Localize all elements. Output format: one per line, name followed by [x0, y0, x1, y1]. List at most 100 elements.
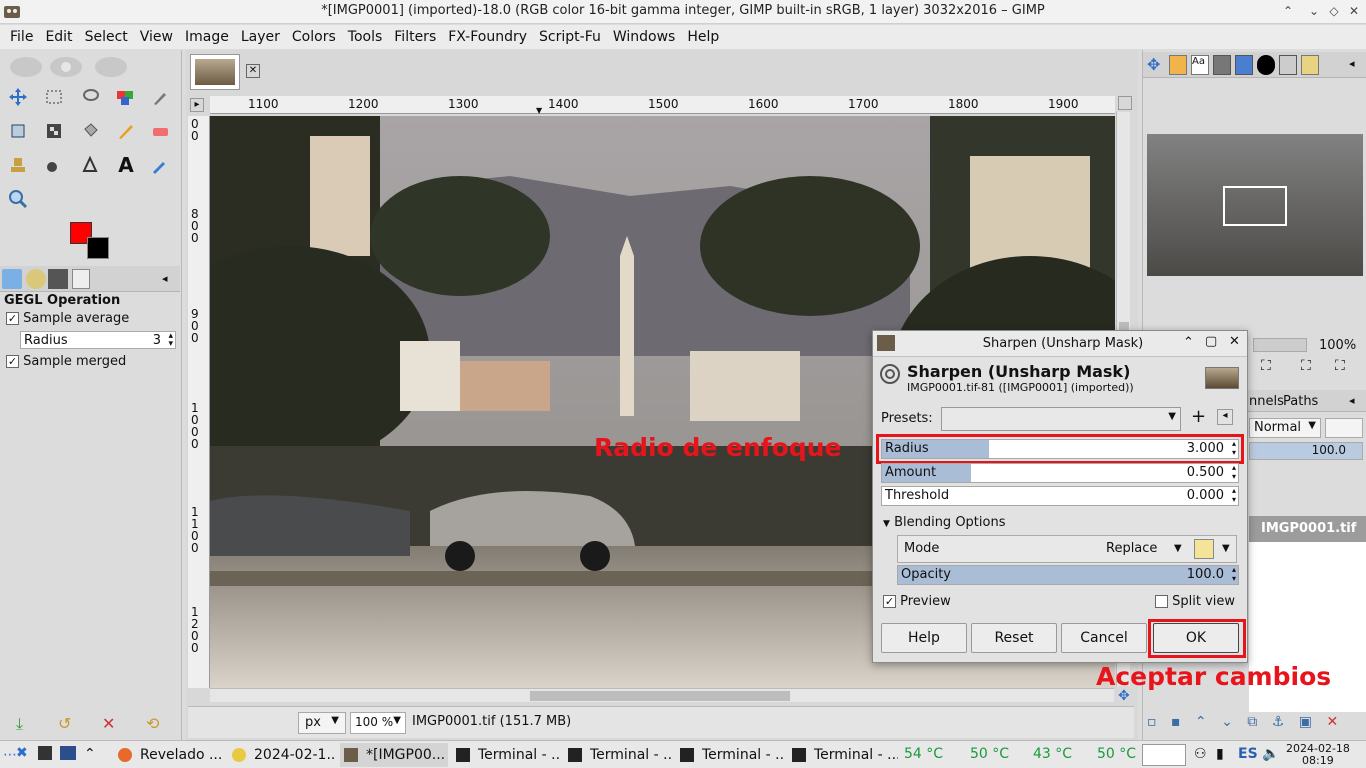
menu-windows[interactable]: Windows: [607, 29, 682, 45]
text-tool-icon[interactable]: A: [112, 151, 140, 179]
terminal-launcher-icon[interactable]: [38, 746, 52, 760]
add-preset-icon[interactable]: +: [1191, 407, 1206, 427]
background-color-swatch[interactable]: [87, 237, 109, 259]
device-status-tab-icon[interactable]: [26, 269, 46, 289]
crop-icon[interactable]: [4, 117, 32, 145]
split-view-toggle[interactable]: Split view: [1155, 594, 1235, 609]
restore-icon[interactable]: ◇: [1326, 3, 1342, 19]
workspace-switcher[interactable]: [1142, 744, 1186, 766]
show-desktop-icon[interactable]: [60, 746, 76, 760]
horizontal-scrollbar[interactable]: [210, 688, 1114, 702]
more-launchers-icon[interactable]: ⌃: [84, 746, 96, 762]
zoom-fill-icon[interactable]: ⛶: [1301, 358, 1311, 374]
split-view-checkbox[interactable]: [1155, 595, 1168, 608]
volume-icon[interactable]: 🔈: [1262, 746, 1279, 762]
fonts-tab-icon[interactable]: Aa: [1191, 55, 1209, 75]
lower-layer-icon[interactable]: ⌄: [1221, 714, 1233, 730]
preview-checkbox[interactable]: ✓: [883, 595, 896, 608]
task-revelado[interactable]: Revelado ...: [114, 743, 224, 767]
dialog-minimize-icon[interactable]: ⌃: [1183, 335, 1194, 350]
menu-select[interactable]: Select: [79, 29, 134, 45]
task-terminal-3[interactable]: Terminal - ...: [676, 743, 784, 767]
paths-tool-icon[interactable]: [76, 151, 104, 179]
task-terminal-2[interactable]: Terminal - ...: [564, 743, 672, 767]
lasso-icon[interactable]: [76, 83, 104, 111]
layer-mode-switch-icon[interactable]: [1325, 418, 1363, 438]
rect-select-icon[interactable]: [40, 83, 68, 111]
preview-toggle[interactable]: ✓ Preview: [883, 594, 951, 609]
tab-channels[interactable]: nnels: [1249, 394, 1284, 409]
menu-tools[interactable]: Tools: [342, 29, 389, 45]
move-tool-icon[interactable]: [4, 83, 32, 111]
paintbrush-icon[interactable]: [112, 117, 140, 145]
layer-opacity-spinbox[interactable]: 100.0: [1249, 442, 1363, 460]
blending-options-expander[interactable]: ▼ Blending Options: [883, 515, 1005, 530]
images-tab-icon[interactable]: [48, 269, 68, 289]
maximize-icon[interactable]: ⌄: [1306, 3, 1322, 19]
dialog-maximize-icon[interactable]: ▢: [1205, 334, 1217, 349]
amount-slider[interactable]: Amount 0.500 ▴ ▾: [881, 463, 1239, 483]
bucket-fill-icon[interactable]: [76, 117, 104, 145]
zoom-image-when-window-resized-icon[interactable]: [1118, 96, 1132, 110]
anchor-layer-icon[interactable]: ⚓: [1272, 714, 1285, 730]
mask-layer-icon[interactable]: ▣: [1299, 714, 1312, 730]
delete-layer-icon[interactable]: ✕: [1326, 714, 1338, 730]
opacity-slider[interactable]: Opacity 100.0 ▴ ▾: [897, 565, 1239, 585]
user-icon[interactable]: ⚇: [1194, 746, 1207, 762]
navigator-zoom-slider[interactable]: [1253, 338, 1307, 352]
menu-help[interactable]: Help: [681, 29, 725, 45]
threshold-spin-arrows-icon[interactable]: ▴ ▾: [1232, 486, 1236, 504]
zoom-selector[interactable]: 100 % ▼: [350, 712, 406, 734]
reset-button[interactable]: Reset: [971, 623, 1057, 653]
smudge-icon[interactable]: [40, 151, 68, 179]
unified-transform-icon[interactable]: [40, 117, 68, 145]
images-dock-tab-icon[interactable]: [1213, 55, 1231, 75]
new-layer-group-icon[interactable]: ▪: [1171, 714, 1181, 730]
menu-image[interactable]: Image: [179, 29, 235, 45]
tab-paths[interactable]: Paths: [1283, 394, 1318, 409]
tool-presets-tab-icon[interactable]: [1301, 55, 1319, 75]
minimize-icon[interactable]: ⌃: [1280, 3, 1296, 19]
task-terminal-1[interactable]: Terminal - ...: [452, 743, 560, 767]
patterns-tab-icon[interactable]: [1257, 55, 1275, 75]
fuzzy-select-icon[interactable]: [112, 83, 140, 111]
presets-combo[interactable]: ▼: [941, 407, 1181, 431]
layers-tab-menu-icon[interactable]: ◂: [1349, 394, 1355, 407]
clock-time[interactable]: 08:19: [1302, 754, 1334, 767]
tool-options-tab-icon[interactable]: [2, 269, 22, 289]
navigator-viewport-frame[interactable]: [1223, 186, 1287, 226]
brushes-tab-icon[interactable]: [1169, 55, 1187, 75]
color-picker-tool-icon[interactable]: [146, 83, 174, 111]
document-history-tab-icon[interactable]: [72, 269, 90, 289]
menu-script-fu[interactable]: Script-Fu: [533, 29, 607, 45]
eyedropper-icon[interactable]: [146, 151, 174, 179]
eraser-icon[interactable]: [146, 117, 174, 145]
reset-options-icon[interactable]: ⟲: [146, 714, 159, 733]
task-gimp[interactable]: *[IMGP00...: [340, 743, 448, 767]
delete-options-icon[interactable]: ✕: [102, 714, 115, 733]
restore-options-icon[interactable]: ↺: [58, 714, 71, 733]
menu-colors[interactable]: Colors: [286, 29, 342, 45]
layer-mode-selector[interactable]: Normal ▼: [1249, 418, 1321, 438]
help-button[interactable]: Help: [881, 623, 967, 653]
close-icon[interactable]: ✕: [1346, 3, 1362, 19]
sample-average-row[interactable]: ✓ Sample average: [6, 311, 129, 326]
save-options-icon[interactable]: ⤓: [16, 714, 23, 734]
radius-spinbox[interactable]: Radius 3 ▴ ▾: [20, 331, 176, 349]
presets-menu-icon[interactable]: ◂: [1217, 409, 1233, 425]
mode-combo[interactable]: Mode Replace ▼ ▼: [897, 535, 1237, 563]
dialog-close-icon[interactable]: ✕: [1229, 334, 1240, 349]
menu-launcher-icon[interactable]: ⋯: [3, 747, 17, 763]
raise-layer-icon[interactable]: ⌃: [1195, 714, 1207, 730]
palettes-tab-icon[interactable]: [1235, 55, 1253, 75]
navigation-tab-icon[interactable]: ✥: [1147, 55, 1160, 74]
threshold-slider[interactable]: Threshold 0.000 ▴ ▾: [881, 486, 1239, 506]
task-date-folder[interactable]: 2024-02-1...: [228, 743, 336, 767]
quick-mask-menu-icon[interactable]: ▸: [190, 98, 204, 112]
sample-merged-row[interactable]: ✓ Sample merged: [6, 354, 126, 369]
close-image-tab-icon[interactable]: ✕: [246, 64, 260, 78]
sample-average-checkbox[interactable]: ✓: [6, 312, 19, 325]
tab-menu-icon[interactable]: ◂: [162, 272, 168, 285]
image-tab-thumbnail[interactable]: [190, 54, 240, 90]
unit-selector[interactable]: px ▼: [298, 712, 346, 734]
